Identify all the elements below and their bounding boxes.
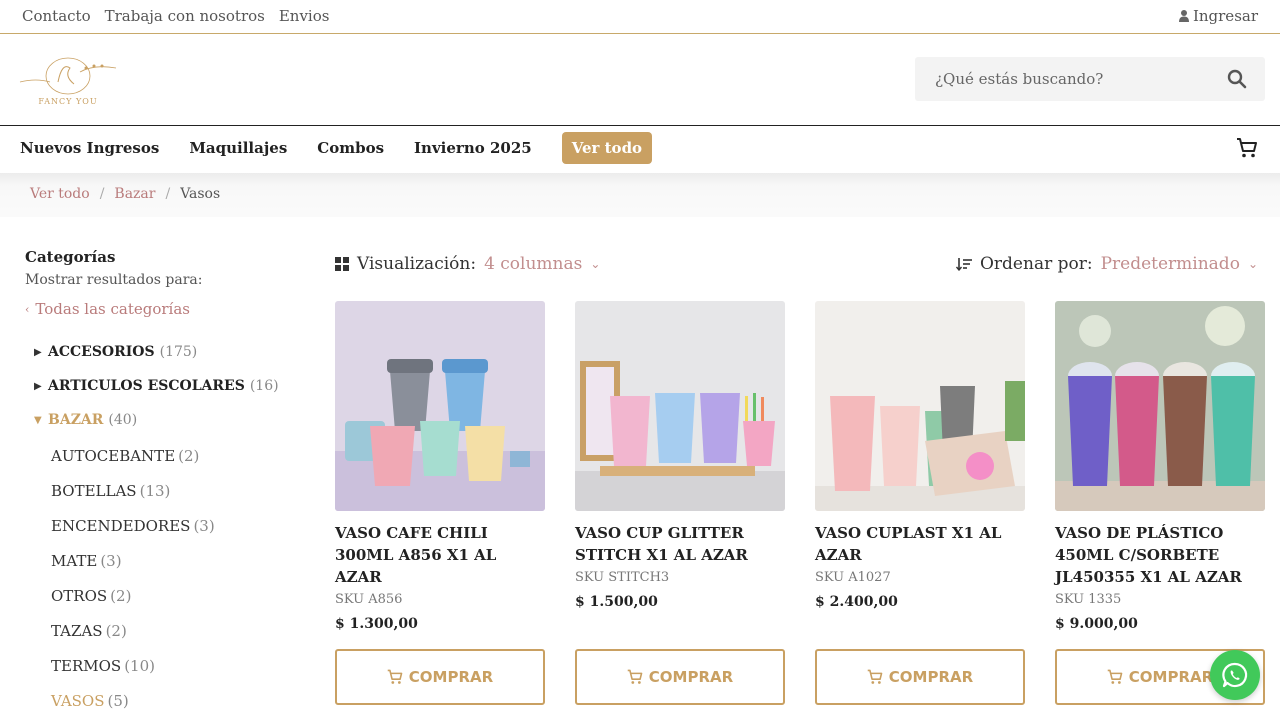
product-price: $ 9.000,00 — [1055, 616, 1138, 632]
user-icon — [1178, 10, 1189, 22]
category-accesorios[interactable]: ▶ ACCESORIOS (175) — [34, 344, 197, 360]
contact-link[interactable]: Contacto — [22, 7, 91, 25]
whatsapp-icon — [1222, 662, 1248, 688]
view-all-button[interactable]: Ver todo — [561, 132, 653, 164]
sort-selector[interactable]: Ordenar por: Predeterminado ⌄ — [955, 254, 1258, 274]
subcategory-autocebante[interactable]: AUTOCEBANTE (2) — [51, 447, 199, 465]
caret-down-icon: ▼ — [34, 414, 42, 426]
product-sku: SKU A856 — [335, 592, 403, 607]
nav-item-new[interactable]: Nuevos Ingresos — [20, 131, 159, 165]
product-card: VASO CUPLAST X1 AL AZAR SKU A1027 $ 2.40… — [815, 301, 1025, 610]
product-card: VASO CAFE CHILI 300ML A856 X1 AL AZAR SK… — [335, 301, 545, 632]
main-nav: Nuevos Ingresos Maquillajes Combos Invie… — [0, 126, 1280, 173]
breadcrumb-separator: / — [99, 186, 105, 202]
view-label: Visualización: — [357, 254, 477, 274]
subcategory-tazas[interactable]: TAZAS (2) — [51, 622, 127, 640]
all-categories-label: Todas las categorías — [35, 300, 190, 318]
logo[interactable]: FANCY YOU — [16, 54, 120, 108]
breadcrumb: Ver todo / Bazar / Vasos — [30, 186, 220, 202]
cart-icon — [867, 669, 883, 684]
caret-right-icon: ▶ — [34, 346, 42, 358]
subcategory-otros[interactable]: OTROS (2) — [51, 587, 131, 605]
all-categories-link[interactable]: ‹ Todas las categorías — [25, 300, 285, 318]
product-name[interactable]: VASO DE PLÁSTICO 450ML C/SORBETE JL45035… — [1055, 522, 1265, 588]
product-image[interactable] — [1055, 301, 1265, 511]
product-sku: SKU STITCH3 — [575, 570, 670, 585]
chevron-left-icon: ‹ — [25, 302, 30, 316]
product-price: $ 1.300,00 — [335, 616, 418, 632]
breadcrumb-current: Vasos — [180, 186, 221, 202]
cart-icon — [627, 669, 643, 684]
nav-item-combos[interactable]: Combos — [317, 131, 384, 165]
login-link[interactable]: Ingresar — [1178, 7, 1258, 25]
nav-item-makeup[interactable]: Maquillajes — [189, 131, 287, 165]
buy-button[interactable]: COMPRAR — [575, 649, 785, 705]
chevron-down-icon: ⌄ — [1247, 257, 1258, 271]
breadcrumb-separator: / — [165, 186, 171, 202]
category-bazar[interactable]: ▼ BAZAR (40) — [34, 412, 137, 428]
chevron-down-icon: ⌄ — [590, 257, 601, 271]
subcategory-botellas[interactable]: BOTELLAS (13) — [51, 482, 170, 500]
subcategory-termos[interactable]: TERMOS (10) — [51, 657, 155, 675]
search-box — [915, 57, 1265, 101]
sort-value: Predeterminado — [1100, 254, 1240, 274]
breadcrumb-view-all[interactable]: Ver todo — [30, 186, 90, 202]
header: FANCY YOU — [0, 34, 1280, 126]
shipping-link[interactable]: Envios — [279, 7, 330, 25]
buy-button[interactable]: COMPRAR — [335, 649, 545, 705]
category-sidebar: Categorías Mostrar resultados para: ‹ To… — [25, 248, 285, 318]
cart-icon[interactable] — [1236, 137, 1258, 159]
product-price: $ 1.500,00 — [575, 594, 658, 610]
product-sku: SKU A1027 — [815, 570, 891, 585]
grid-icon — [335, 257, 349, 271]
view-value: 4 columnas — [484, 254, 583, 274]
whatsapp-button[interactable] — [1210, 650, 1260, 700]
product-image[interactable] — [575, 301, 785, 511]
sidebar-subtitle: Mostrar resultados para: — [25, 272, 203, 288]
top-links: Contacto Trabaja con nosotros Envios — [22, 7, 329, 25]
subcategory-encendedores[interactable]: ENCENDEDORES (3) — [51, 517, 215, 535]
top-bar: Contacto Trabaja con nosotros Envios Ing… — [0, 0, 1280, 34]
cart-icon — [387, 669, 403, 684]
view-selector[interactable]: Visualización: 4 columnas ⌄ — [335, 254, 600, 274]
login-label: Ingresar — [1192, 7, 1258, 25]
product-card: VASO CUP GLITTER STITCH X1 AL AZAR SKU S… — [575, 301, 785, 610]
breadcrumb-bazar[interactable]: Bazar — [114, 186, 155, 202]
sidebar-title: Categorías — [25, 248, 116, 266]
product-image[interactable] — [335, 301, 545, 511]
product-name[interactable]: VASO CUP GLITTER STITCH X1 AL AZAR — [575, 522, 785, 566]
product-price: $ 2.400,00 — [815, 594, 898, 610]
product-name[interactable]: VASO CUPLAST X1 AL AZAR — [815, 522, 1025, 566]
product-image[interactable] — [815, 301, 1025, 511]
product-card: VASO DE PLÁSTICO 450ML C/SORBETE JL45035… — [1055, 301, 1265, 632]
category-articulos-escolares[interactable]: ▶ ARTICULOS ESCOLARES (16) — [34, 378, 279, 394]
buy-button[interactable]: COMPRAR — [815, 649, 1025, 705]
search-input[interactable] — [915, 57, 1215, 101]
cart-icon — [1107, 669, 1123, 684]
sort-label: Ordenar por: — [979, 254, 1093, 274]
subcategory-mate[interactable]: MATE (3) — [51, 552, 122, 570]
jobs-link[interactable]: Trabaja con nosotros — [105, 7, 265, 25]
nav-item-winter[interactable]: Invierno 2025 — [414, 131, 532, 165]
breadcrumb-bar: Ver todo / Bazar / Vasos — [0, 173, 1280, 217]
sort-icon — [955, 258, 972, 271]
caret-right-icon: ▶ — [34, 380, 42, 392]
subcategory-vasos[interactable]: VASOS (5) — [51, 692, 129, 710]
product-sku: SKU 1335 — [1055, 592, 1122, 607]
logo-text: FANCY YOU — [38, 97, 97, 106]
search-icon[interactable] — [1227, 69, 1247, 89]
product-name[interactable]: VASO CAFE CHILI 300ML A856 X1 AL AZAR — [335, 522, 545, 588]
